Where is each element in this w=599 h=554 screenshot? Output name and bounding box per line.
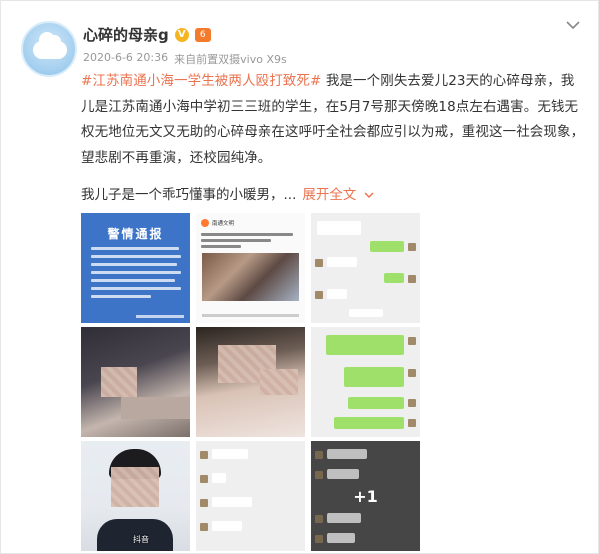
post-meta: 2020-6-6 20:36 来自前置双摄vivo X9s bbox=[83, 51, 287, 67]
cloud-icon bbox=[33, 32, 67, 59]
more-images-count[interactable]: +1 bbox=[311, 441, 420, 551]
post-datetime[interactable]: 2020-6-6 20:36 bbox=[83, 51, 168, 67]
notice-signature bbox=[136, 315, 184, 318]
image-boy-portrait[interactable]: 抖音 bbox=[81, 441, 190, 551]
avatar[interactable] bbox=[21, 21, 77, 77]
image-police-notice[interactable]: 警情通报 bbox=[81, 213, 190, 323]
news-header: 南通文明 bbox=[201, 219, 234, 227]
image-grid: 警情通报 南通文明 抖音 +1 bbox=[81, 213, 421, 553]
image-mother-photo[interactable] bbox=[196, 327, 305, 437]
level-badge-icon[interactable]: 6 bbox=[194, 27, 211, 42]
chevron-down-icon[interactable] bbox=[564, 16, 582, 34]
notice-text-lines bbox=[91, 247, 181, 303]
post-body: #江苏南通小海一学生被两人殴打致死# 我是一个刚失去爱儿23天的心碎母亲，我儿是… bbox=[81, 69, 586, 171]
post-second-paragraph: 我儿子是一个乖巧懂事的小暖男，... 展开全文 bbox=[81, 183, 374, 209]
notice-title: 警情通报 bbox=[107, 227, 164, 241]
news-photo bbox=[202, 253, 299, 301]
expand-full-text-link[interactable]: 展开全文 bbox=[302, 187, 356, 203]
vip-v-icon[interactable]: V bbox=[174, 27, 189, 42]
image-chat-screenshot-3[interactable] bbox=[196, 441, 305, 551]
weibo-post-card: 心碎的母亲g V 6 2020-6-6 20:36 来自前置双摄vivo X9s… bbox=[0, 0, 599, 554]
post-second-line: 我儿子是一个乖巧懂事的小暖男， bbox=[81, 187, 284, 203]
device-source[interactable]: 前置双摄vivo X9s bbox=[196, 53, 287, 66]
ellipsis: ... bbox=[283, 187, 297, 203]
chevron-down-icon[interactable] bbox=[360, 191, 374, 202]
hashtag-link[interactable]: #江苏南通小海一学生被两人殴打致死# bbox=[81, 73, 321, 89]
username-link[interactable]: 心碎的母亲g bbox=[83, 24, 169, 45]
source-prefix: 来自 bbox=[174, 53, 197, 66]
image-chat-screenshot-1[interactable] bbox=[311, 213, 420, 323]
image-news-card[interactable]: 南通文明 bbox=[196, 213, 305, 323]
image-chat-screenshot-2[interactable] bbox=[311, 327, 420, 437]
news-source: 南通文明 bbox=[212, 221, 235, 227]
image-chat-screenshot-4[interactable]: +1 bbox=[311, 441, 420, 551]
news-logo-icon bbox=[201, 219, 209, 227]
user-name-row: 心碎的母亲g V 6 bbox=[83, 24, 211, 45]
tiktok-watermark: 抖音 bbox=[133, 535, 149, 544]
image-hospital-photo[interactable] bbox=[81, 327, 190, 437]
